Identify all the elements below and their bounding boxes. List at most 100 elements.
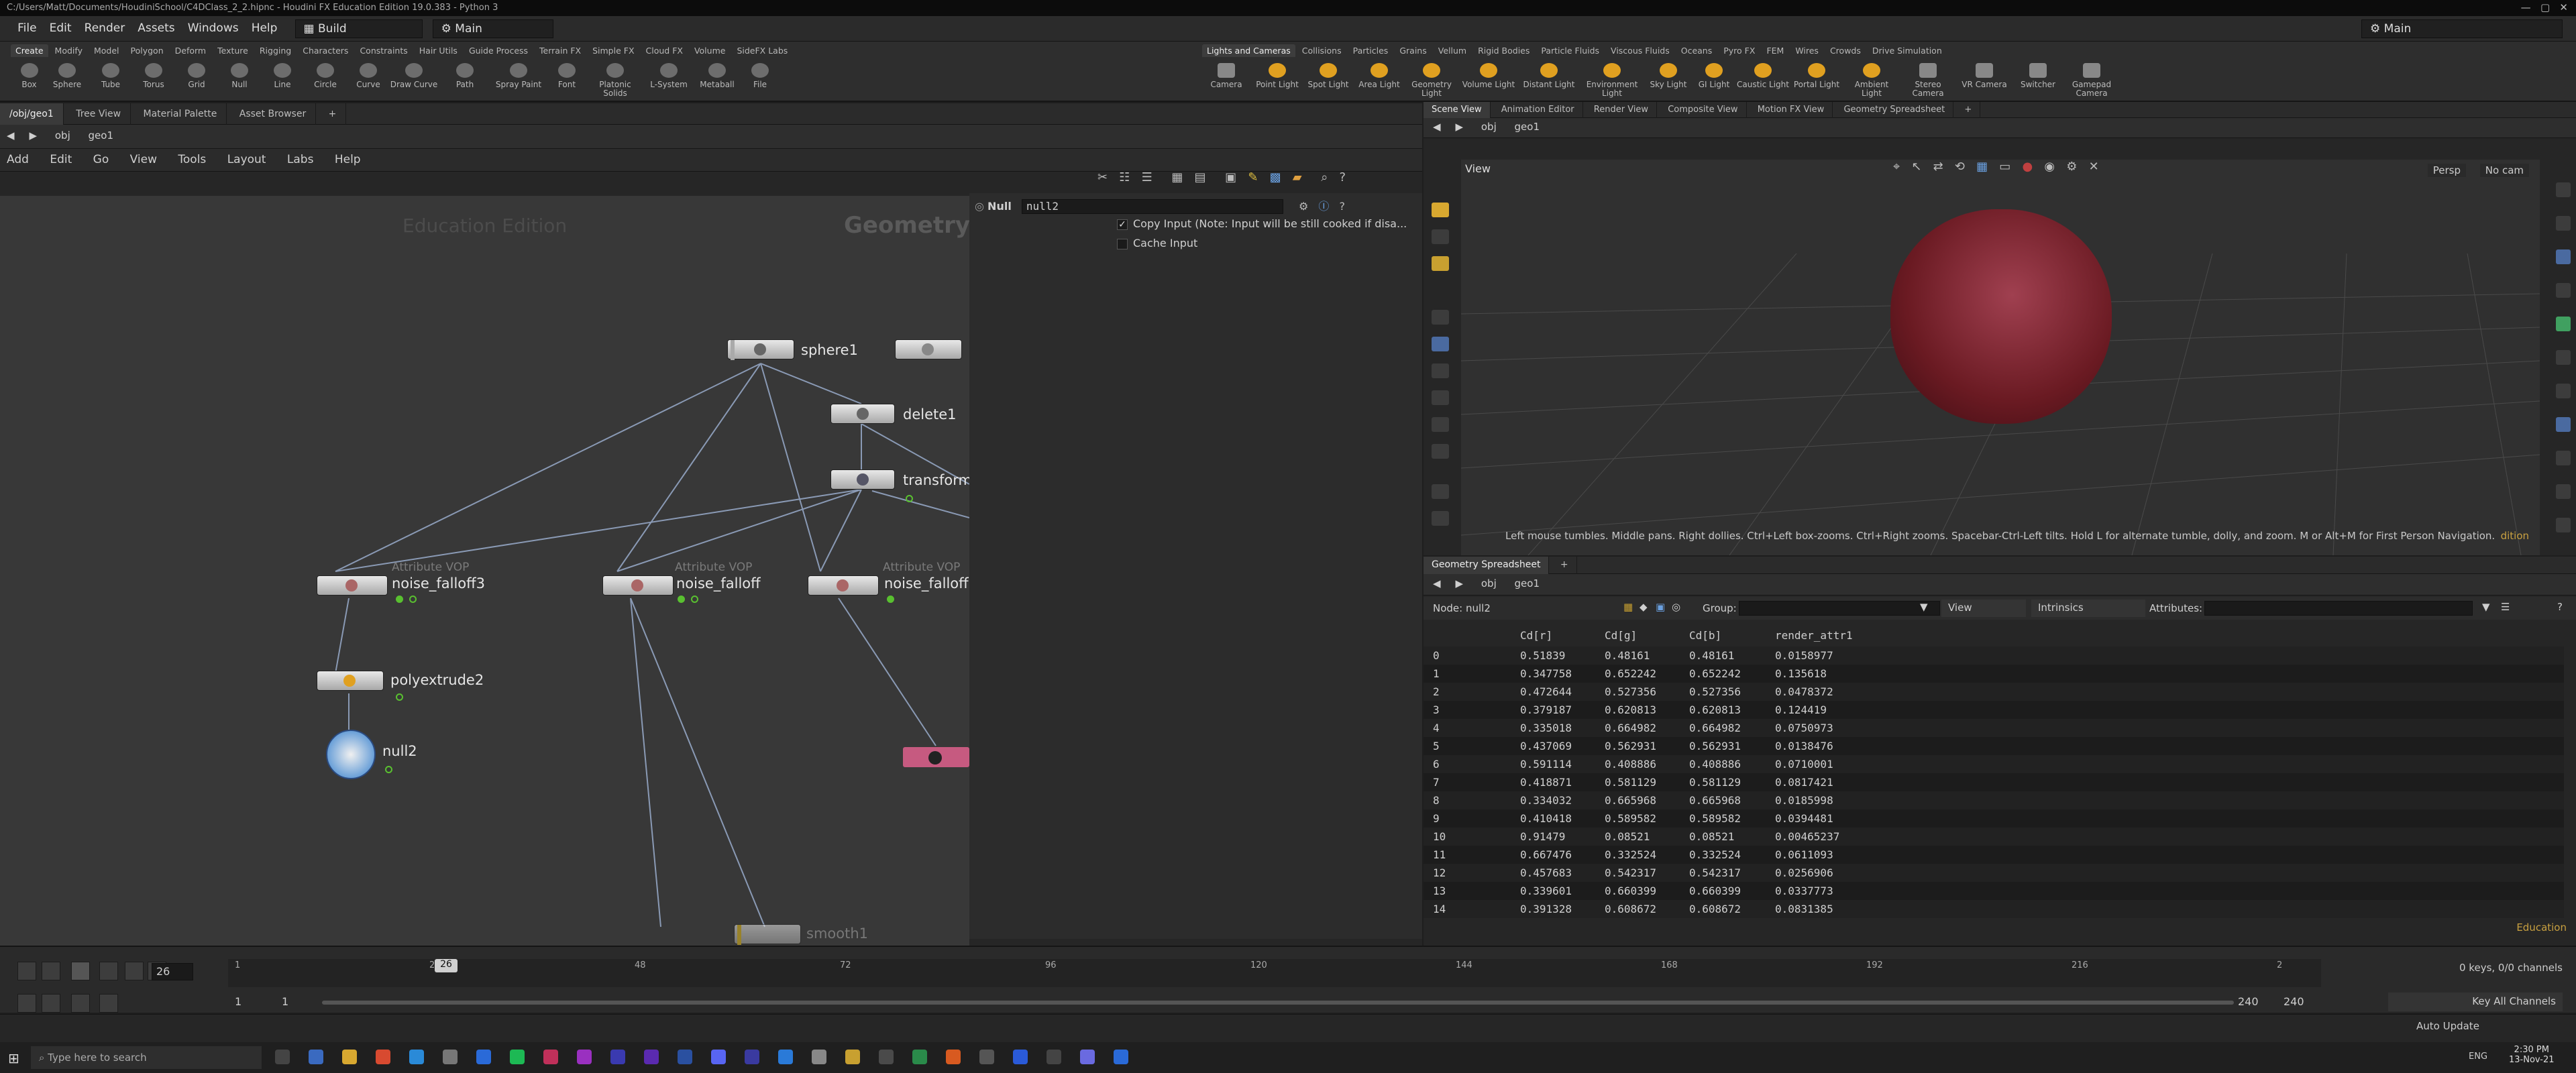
app-icon[interactable]: [1080, 1050, 1095, 1064]
copy-input-checkbox[interactable]: ✓: [1117, 219, 1128, 230]
node-transform2[interactable]: [830, 469, 895, 490]
shelf-tab-grains[interactable]: Grains: [1395, 44, 1431, 57]
shelf-tab-oceans[interactable]: Oceans: [1676, 44, 1717, 57]
group-field[interactable]: [1739, 601, 1940, 616]
tab-composite-view[interactable]: Composite View: [1660, 102, 1747, 118]
step-forward-button[interactable]: [125, 962, 144, 980]
table-row[interactable]: 9 0.410418 0.589582 0.589582 0.0394481: [1424, 809, 2564, 828]
normals-icon[interactable]: [2556, 350, 2571, 365]
lighting-icon[interactable]: [2556, 249, 2571, 264]
key-all-channels-button[interactable]: Key All Channels: [2388, 993, 2563, 1011]
list-icon[interactable]: ☰: [1142, 170, 1152, 184]
select-tool-icon[interactable]: [1432, 229, 1449, 244]
node-null2[interactable]: [326, 730, 376, 779]
shelf-tab-pyro-fx[interactable]: Pyro FX: [1719, 44, 1760, 57]
tab-render-view[interactable]: Render View: [1586, 102, 1658, 118]
view-menu[interactable]: View: [1941, 600, 2026, 617]
shelf-tab-deform[interactable]: Deform: [170, 44, 211, 57]
filter-icon[interactable]: ▼: [1920, 601, 1928, 613]
clock[interactable]: 2:30 PM 13-Nov-21: [2509, 1045, 2555, 1065]
node-flag[interactable]: [731, 340, 735, 360]
net-menu-add[interactable]: Add: [7, 153, 29, 166]
settings-button[interactable]: [99, 994, 118, 1013]
grid-icon[interactable]: ▦: [1976, 160, 1988, 174]
discord-icon[interactable]: [711, 1050, 726, 1064]
shelf-tab-cloud-fx[interactable]: Cloud FX: [641, 44, 688, 57]
grid-icon[interactable]: ▦: [1171, 170, 1183, 184]
shelf-tool-l-system[interactable]: L-System: [642, 62, 696, 89]
shelf-tab-crowds[interactable]: Crowds: [1825, 44, 1866, 57]
shelf-tool-sky-light[interactable]: Sky Light: [1645, 62, 1692, 89]
folder-icon[interactable]: [342, 1050, 357, 1064]
settings-icon[interactable]: ⚙: [2066, 160, 2077, 174]
record-icon[interactable]: ●: [2022, 160, 2033, 174]
shelf-tab-wires[interactable]: Wires: [1790, 44, 1823, 57]
playback-end-field[interactable]: 240: [2238, 995, 2259, 1008]
shelf-tab-model[interactable]: Model: [89, 44, 124, 57]
shelf-tool-camera[interactable]: Camera: [1201, 62, 1252, 89]
shelf-tool-caustic-light[interactable]: Caustic Light: [1736, 62, 1790, 89]
pose-tool-icon[interactable]: [1432, 256, 1449, 271]
task-view-icon[interactable]: [275, 1050, 290, 1064]
app-icon[interactable]: [745, 1050, 759, 1064]
shelf-tool-geometry-light[interactable]: Geometry Light: [1405, 62, 1458, 98]
shelf-tab-sidefx-labs[interactable]: SideFX Labs: [732, 44, 792, 57]
steam-icon[interactable]: [443, 1050, 458, 1064]
layout-icon[interactable]: ▣: [1225, 170, 1236, 184]
range-slider[interactable]: [322, 1001, 2234, 1005]
column-header[interactable]: render_attr1: [1775, 629, 1853, 642]
shelf-tool-spray-paint[interactable]: Spray Paint: [492, 62, 545, 89]
tab-asset-browser[interactable]: Asset Browser: [230, 103, 317, 125]
net-menu-tools[interactable]: Tools: [178, 153, 206, 166]
forward-icon[interactable]: ▶: [30, 129, 38, 142]
node-noise-falloff[interactable]: [602, 575, 674, 596]
help-icon[interactable]: ?: [1340, 200, 1346, 213]
primitives-mode-icon[interactable]: ▣: [1656, 601, 1665, 613]
camera-icon[interactable]: [1432, 511, 1449, 526]
select-icon[interactable]: ↖: [1911, 160, 1921, 174]
close-icon[interactable]: ✕: [2089, 160, 2099, 174]
shelf-tool-draw-curve[interactable]: Draw Curve: [390, 62, 438, 89]
menu-assets[interactable]: Assets: [133, 16, 179, 40]
shelf-tab-hair-utils[interactable]: Hair Utils: [415, 44, 462, 57]
add-tab-button[interactable]: +: [1956, 102, 1981, 118]
net-menu-edit[interactable]: Edit: [50, 153, 72, 166]
path-obj[interactable]: obj: [1481, 121, 1497, 133]
shelf-tab-drive-simulation[interactable]: Drive Simulation: [1868, 44, 1947, 57]
node-partial-top-right[interactable]: [895, 339, 962, 359]
shelf-tab-rigid-bodies[interactable]: Rigid Bodies: [1473, 44, 1534, 57]
desktop-selector[interactable]: ⚙ Main: [432, 19, 553, 38]
app-icon[interactable]: [912, 1050, 927, 1064]
info-icon[interactable]: Ⓘ: [1318, 200, 1329, 213]
shelf-tool-sphere[interactable]: Sphere: [45, 62, 89, 89]
column-header[interactable]: Cd[r]: [1520, 629, 1552, 642]
arrow-tool-icon[interactable]: [1432, 310, 1449, 325]
help-icon[interactable]: ?: [2557, 601, 2563, 613]
link-icon[interactable]: [2556, 417, 2571, 432]
forward-icon[interactable]: ▶: [1456, 577, 1464, 589]
tab-tree-view[interactable]: Tree View: [66, 103, 131, 125]
background-icon[interactable]: [2556, 384, 2571, 398]
menu-edit[interactable]: Edit: [45, 16, 76, 40]
table-icon[interactable]: ▤: [1195, 170, 1206, 184]
shelf-tab-characters[interactable]: Characters: [298, 44, 353, 57]
range-end-field[interactable]: 240: [2284, 995, 2304, 1008]
shelf-tab-modify[interactable]: Modify: [50, 44, 87, 57]
shelf-tool-tube[interactable]: Tube: [89, 62, 132, 89]
menu-windows[interactable]: Windows: [183, 16, 244, 40]
table-row[interactable]: 2 0.472644 0.527356 0.527356 0.0478372: [1424, 683, 2564, 701]
shading-icon[interactable]: [2556, 216, 2571, 231]
shelf-tool-spot-light[interactable]: Spot Light: [1303, 62, 1354, 89]
vertices-mode-icon[interactable]: ◆: [1640, 601, 1648, 613]
shelf-tool-switcher[interactable]: Switcher: [2012, 62, 2063, 89]
tab-geometry-spreadsheet[interactable]: Geometry Spreadsheet: [1835, 102, 1954, 118]
window-controls[interactable]: — ▢ ✕: [2521, 1, 2568, 13]
shelf-tab-simple-fx[interactable]: Simple FX: [588, 44, 639, 57]
cache-input-checkbox[interactable]: [1117, 238, 1128, 249]
tab-geometry-spreadsheet[interactable]: Geometry Spreadsheet: [1424, 557, 1550, 574]
tab-motion-fx-view[interactable]: Motion FX View: [1750, 102, 1833, 118]
shelf-tool-metaball[interactable]: Metaball: [696, 62, 739, 89]
right-desktop-selector[interactable]: ⚙ Main: [2361, 19, 2563, 38]
path-obj[interactable]: obj: [55, 129, 70, 142]
realtime-toggle[interactable]: [17, 994, 36, 1013]
